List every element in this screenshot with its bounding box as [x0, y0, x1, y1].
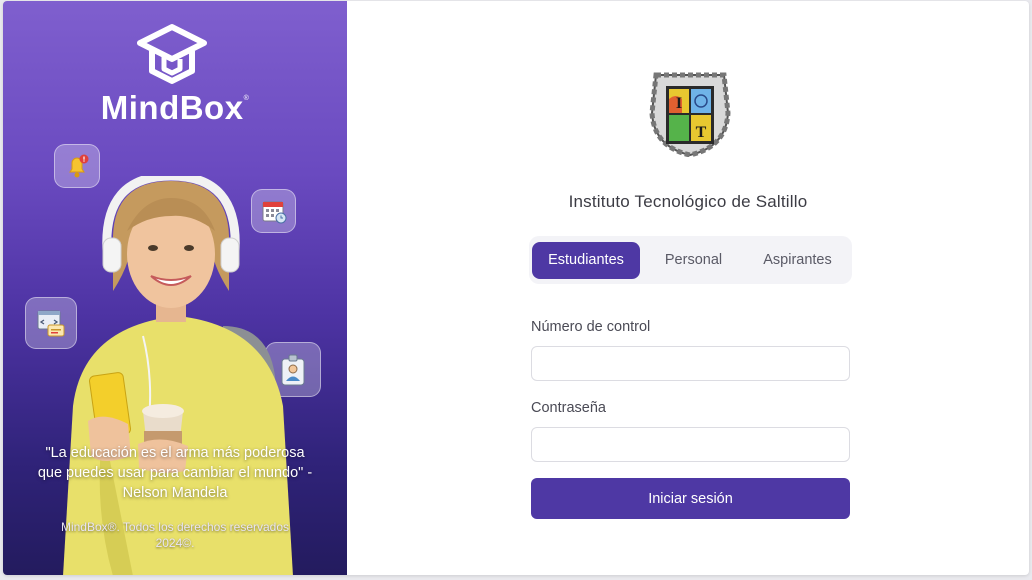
brand-panel: MindBox® "La educación es el arma más po… — [3, 1, 347, 575]
institution-seal-icon: I T — [649, 72, 731, 157]
seal-letter-i: I — [676, 95, 682, 112]
password-input[interactable] — [531, 427, 850, 462]
quote-text: "La educación es el arma más poderosa qu… — [37, 445, 313, 501]
seal-letter-t: T — [696, 124, 707, 141]
login-button[interactable]: Iniciar sesión — [531, 478, 850, 519]
mindbox-logo-icon — [137, 24, 207, 84]
student-photo — [63, 176, 293, 575]
login-type-tabs: Estudiantes Personal Aspirantes — [529, 236, 852, 284]
tab-estudiantes[interactable]: Estudiantes — [532, 242, 640, 279]
brand-name: MindBox® — [100, 89, 250, 126]
copyright-text: MindBox®. Todos los derechos reservados … — [60, 520, 290, 550]
control-number-input[interactable] — [531, 346, 850, 381]
control-number-label: Número de control — [531, 319, 651, 335]
institution-name: Instituto Tecnológico de Saltillo — [568, 192, 808, 211]
tab-personal[interactable]: Personal — [641, 242, 746, 279]
login-window: MindBox® "La educación es el arma más po… — [3, 1, 1029, 575]
tab-aspirantes[interactable]: Aspirantes — [747, 242, 848, 279]
password-label: Contraseña — [531, 400, 606, 416]
